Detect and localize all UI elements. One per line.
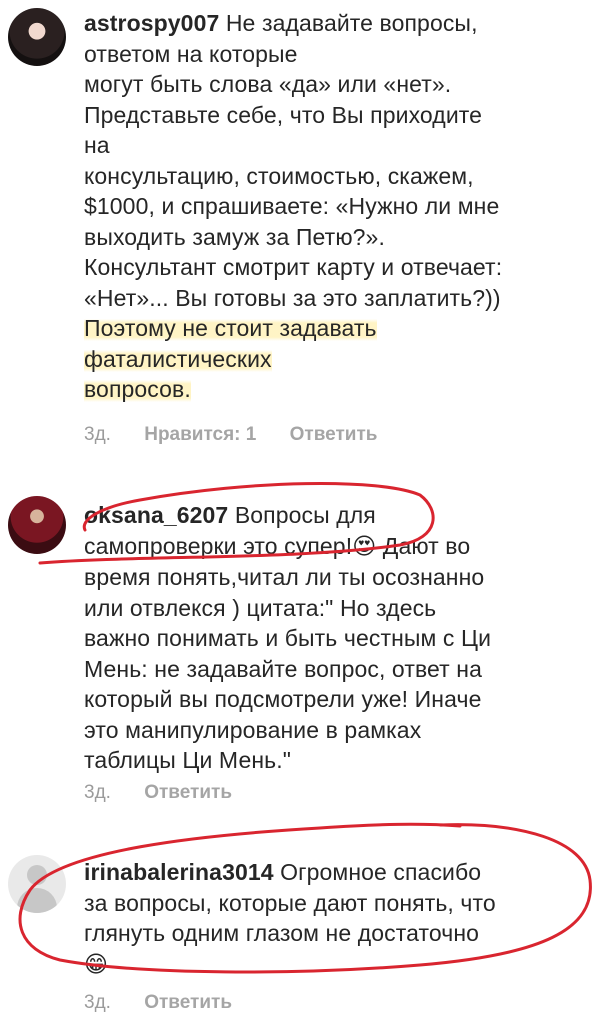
reply-button[interactable]: Ответить: [290, 424, 378, 445]
comment-line: глянуть одним глазом не достаточно: [84, 920, 480, 946]
comment-line: Представьте себе, что Вы приходите: [84, 101, 483, 128]
comment-line: или отвлекся ) цитата:" Но здесь: [84, 594, 437, 621]
comment-line: Консультант смотрит карту и отвечает:: [84, 254, 503, 280]
comment-line: за вопросы, которые дают понять, что: [84, 889, 496, 916]
reply-button[interactable]: Ответить: [144, 992, 232, 1013]
comment-line: выходить замуж за Петю?».: [84, 223, 385, 250]
likes-button[interactable]: Нравится: 1: [144, 424, 256, 445]
comment-meta: 3д. Ответить: [84, 992, 260, 1014]
username[interactable]: astrospy007: [84, 10, 219, 36]
comment-line: Не задавайте вопросы,: [219, 10, 478, 36]
comment-line: могут быть слова «да» или «нет».: [84, 71, 452, 97]
comment-line: на: [84, 132, 110, 158]
comment-line: который вы подсмотрели уже! Иначе: [84, 686, 482, 712]
highlighted-line: фаталистических: [84, 345, 272, 372]
avatar[interactable]: [8, 855, 66, 913]
comment-line: ответом на которые: [84, 40, 298, 67]
comment-text: astrospy007 Не задавайте вопросы, ответо…: [84, 8, 584, 405]
avatar[interactable]: [8, 8, 66, 66]
highlighted-line: Поэтому не стоит задавать: [84, 315, 377, 341]
timestamp: 3д.: [84, 782, 111, 803]
grinning-emoji-icon: 😁: [84, 951, 109, 978]
comment-line: Дают во: [376, 532, 471, 559]
timestamp: 3д.: [84, 424, 111, 445]
timestamp: 3д.: [84, 992, 111, 1013]
comment-text: irinabalerina3014 Огромное спасибо за во…: [84, 857, 584, 980]
comment-line: консультацию, стоимостью, скажем,: [84, 162, 474, 189]
comment-line: таблицы Ци Мень.": [84, 747, 291, 773]
comment-meta: 3д. Ответить: [84, 782, 260, 804]
comment-text: oksana_6207 Вопросы для самопроверки это…: [84, 500, 584, 776]
avatar[interactable]: [8, 496, 66, 554]
heart-eyes-emoji-icon: 😍: [352, 533, 377, 560]
default-avatar-head-icon: [27, 865, 47, 885]
comment-line: Огромное спасибо: [273, 859, 482, 885]
comment-line: самопроверки это супер!: [84, 532, 353, 559]
comment-line: Мень: не задавайте вопрос, ответ на: [84, 655, 482, 682]
comment-line: «Нет»... Вы готовы за это заплатить?)): [84, 284, 501, 311]
comment-line: $1000, и спрашиваете: «Нужно ли мне: [84, 193, 500, 219]
username[interactable]: oksana_6207: [84, 502, 228, 528]
comment-meta: 3д. Нравится: 1 Ответить: [84, 424, 405, 446]
username[interactable]: irinabalerina3014: [84, 859, 274, 885]
comment-line: важно понимать и быть честным с Ци: [84, 625, 492, 651]
reply-button[interactable]: Ответить: [144, 782, 232, 803]
comment-line: Вопросы для: [228, 502, 376, 528]
default-avatar-body-icon: [17, 888, 57, 913]
highlighted-line: вопросов.: [84, 376, 191, 402]
comment-line: время понять,читал ли ты осознанно: [84, 564, 485, 590]
comment-line: это манипулирование в рамках: [84, 716, 422, 743]
